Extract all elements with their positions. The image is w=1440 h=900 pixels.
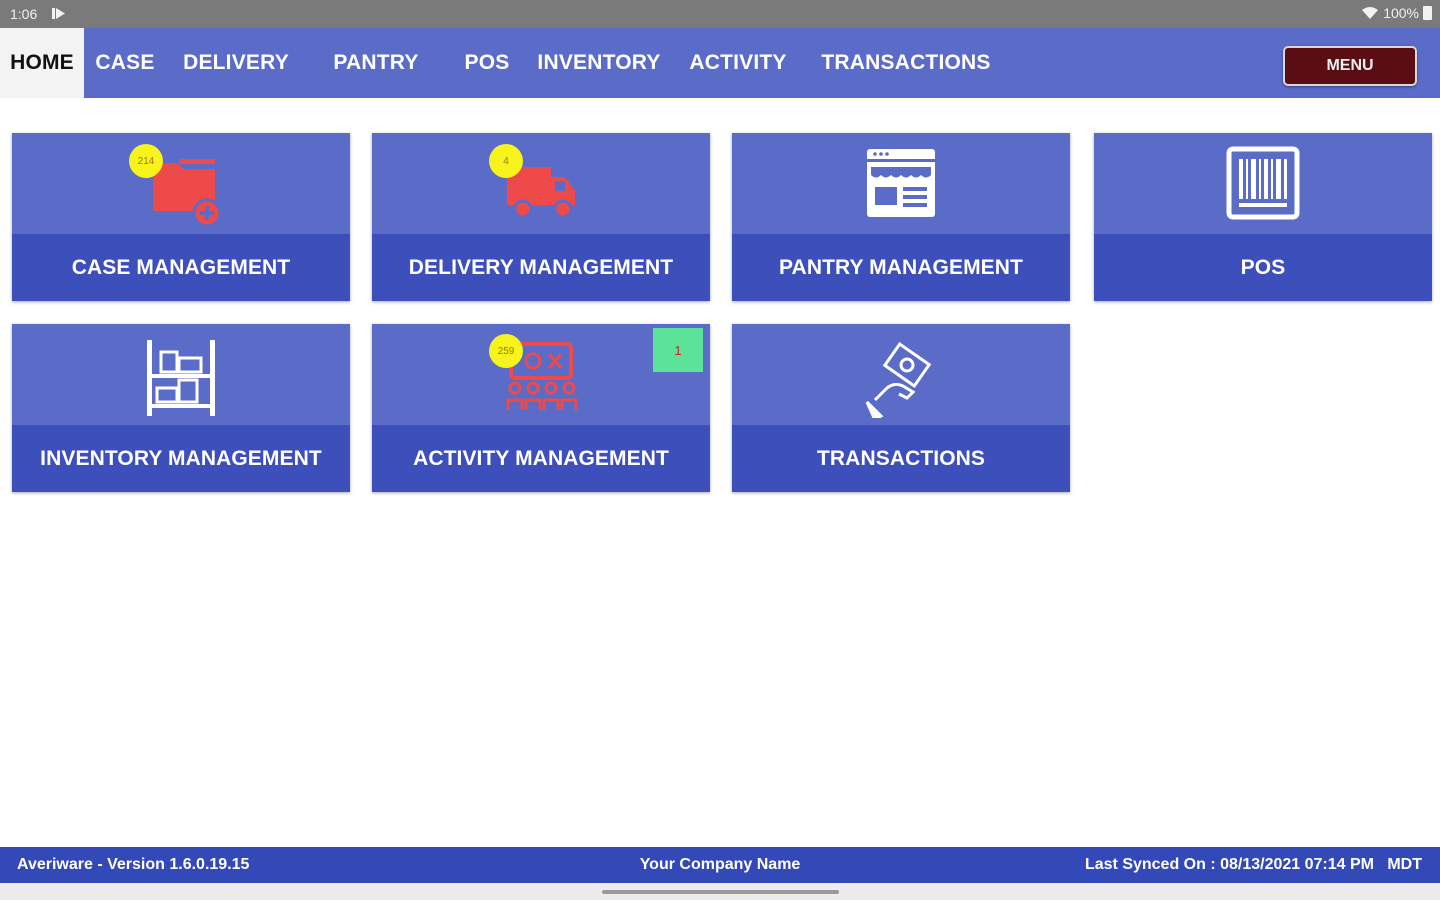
tile-label: INVENTORY MANAGEMENT <box>12 425 350 492</box>
status-bar: 1:06 100% <box>0 0 1440 28</box>
gesture-area <box>0 883 1440 900</box>
tile-delivery-management[interactable]: 4 DELIVERY MANAGEMENT <box>372 133 710 301</box>
wifi-icon <box>1362 7 1379 19</box>
shelf-boxes-icon <box>147 340 215 416</box>
tab-pos[interactable]: POS <box>454 28 520 98</box>
case-count-badge: 214 <box>129 144 163 178</box>
tile-label: ACTIVITY MANAGEMENT <box>372 425 710 492</box>
tile-header <box>12 324 350 425</box>
last-synced: Last Synced On : 08/13/2021 07:14 PM MDT <box>1084 856 1422 873</box>
tile-transactions[interactable]: TRANSACTIONS <box>732 324 1070 492</box>
tab-activity[interactable]: ACTIVITY <box>680 28 796 98</box>
tile-pantry-management[interactable]: PANTRY MANAGEMENT <box>732 133 1070 301</box>
tab-home[interactable]: HOME <box>0 28 84 98</box>
tile-header: 4 <box>372 133 710 234</box>
media-icon <box>52 8 65 19</box>
tile-header <box>732 324 1070 425</box>
barcode-icon <box>1226 146 1300 220</box>
tile-label: PANTRY MANAGEMENT <box>732 234 1070 301</box>
tab-pantry[interactable]: PANTRY <box>322 28 430 98</box>
tab-delivery[interactable]: DELIVERY <box>176 28 296 98</box>
tile-header: 214 <box>12 133 350 234</box>
activity-count-badge: 259 <box>489 334 523 368</box>
delivery-count-badge: 4 <box>489 144 523 178</box>
tile-header <box>1094 133 1432 234</box>
tile-inventory-management[interactable]: INVENTORY MANAGEMENT <box>12 324 350 492</box>
home-indicator[interactable] <box>602 890 839 894</box>
status-indicators: 100% <box>1361 5 1432 21</box>
tile-label: DELIVERY MANAGEMENT <box>372 234 710 301</box>
tile-header <box>732 133 1070 234</box>
footer-bar: Averiware - Version 1.6.0.19.15 Your Com… <box>0 847 1440 883</box>
battery-level: 100% <box>1383 5 1419 21</box>
tab-inventory[interactable]: INVENTORY <box>530 28 668 98</box>
activity-pending-count: 1 <box>653 328 703 372</box>
tile-header: 259 1 <box>372 324 710 425</box>
status-time: 1:06 <box>10 6 38 22</box>
hand-coin-icon <box>865 341 932 418</box>
tile-case-management[interactable]: 214 CASE MANAGEMENT <box>12 133 350 301</box>
menu-button[interactable]: MENU <box>1283 46 1417 86</box>
tile-activity-management[interactable]: 259 1 ACTIVITY MANAGEMENT <box>372 324 710 492</box>
tab-case[interactable]: CASE <box>87 28 163 98</box>
tab-transactions[interactable]: TRANSACTIONS <box>810 28 1002 98</box>
app-version: Averiware - Version 1.6.0.19.15 <box>17 856 250 873</box>
top-nav: HOME CASE DELIVERY PANTRY POS INVENTORY … <box>0 28 1440 98</box>
tile-label: POS <box>1094 234 1432 301</box>
tile-label: CASE MANAGEMENT <box>12 234 350 301</box>
battery-icon <box>1423 6 1432 20</box>
tile-label: TRANSACTIONS <box>732 425 1070 492</box>
storefront-icon <box>867 149 935 217</box>
tile-pos[interactable]: POS <box>1094 133 1432 301</box>
